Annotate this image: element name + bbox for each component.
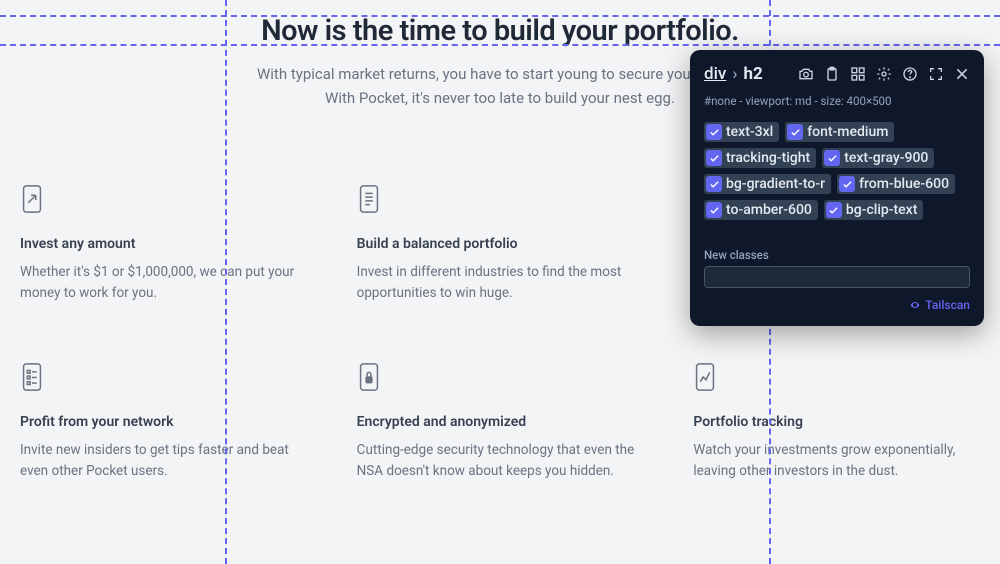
card-title: Encrypted and anonymized xyxy=(357,414,644,430)
camera-icon[interactable] xyxy=(798,66,814,82)
chip-label: text-gray-900 xyxy=(844,150,928,166)
card-body: Invest in different industries to find t… xyxy=(357,262,644,304)
new-classes-label: New classes xyxy=(704,248,970,262)
card-body: Watch your investments grow exponentiall… xyxy=(693,440,980,482)
chip-label: tracking-tight xyxy=(726,150,810,166)
help-icon[interactable] xyxy=(902,66,918,82)
class-chip-list: text-3xl font-medium tracking-tight text-gr… xyxy=(704,122,970,220)
card-title: Build a balanced portfolio xyxy=(357,236,644,252)
check-icon xyxy=(787,124,803,140)
boxes-icon[interactable] xyxy=(850,66,866,82)
phone-checklist-icon xyxy=(20,362,44,392)
class-chip[interactable]: bg-clip-text xyxy=(824,200,924,220)
card-body: Invite new insiders to get tips faster a… xyxy=(20,440,307,482)
card-title: Portfolio tracking xyxy=(693,414,980,430)
feature-card: Invest any amount Whether it's $1 or $1,… xyxy=(6,166,321,322)
inspector-header: div › h2 xyxy=(704,64,970,84)
inspector-meta: #none - viewport: md - size: 400×500 xyxy=(704,94,970,108)
class-chip[interactable]: text-gray-900 xyxy=(822,148,934,168)
close-icon[interactable] xyxy=(954,66,970,82)
gear-icon[interactable] xyxy=(876,66,892,82)
feature-card: Build a balanced portfolio Invest in dif… xyxy=(343,166,658,322)
class-chip[interactable]: from-blue-600 xyxy=(837,174,955,194)
phone-lock-icon xyxy=(357,362,381,392)
expand-icon[interactable] xyxy=(928,66,944,82)
check-icon xyxy=(826,202,842,218)
inspector-panel[interactable]: div › h2 #none - viewport: md - size: 40… xyxy=(690,50,984,326)
inspector-toolbar xyxy=(798,66,970,82)
check-icon xyxy=(824,150,840,166)
chip-label: bg-gradient-to-r xyxy=(726,176,825,192)
chip-label: text-3xl xyxy=(726,124,773,140)
check-icon xyxy=(706,202,722,218)
card-body: Cutting-edge security technology that ev… xyxy=(357,440,644,482)
class-chip[interactable]: text-3xl xyxy=(704,122,779,142)
phone-list-icon xyxy=(357,184,381,214)
check-icon xyxy=(706,150,722,166)
chip-label: from-blue-600 xyxy=(859,176,949,192)
breadcrumb-parent[interactable]: div xyxy=(704,64,726,84)
feature-card: Portfolio tracking Watch your investment… xyxy=(679,344,994,500)
chip-label: to-amber-600 xyxy=(726,202,812,218)
brand-icon xyxy=(909,299,921,311)
check-icon xyxy=(706,124,722,140)
class-chip[interactable]: to-amber-600 xyxy=(704,200,818,220)
class-chip[interactable]: bg-gradient-to-r xyxy=(704,174,831,194)
check-icon xyxy=(706,176,722,192)
chip-label: font-medium xyxy=(807,124,888,140)
card-body: Whether it's $1 or $1,000,000, we can pu… xyxy=(20,262,307,304)
brand-link[interactable]: Tailscan xyxy=(704,298,970,312)
phone-chart-icon xyxy=(693,362,717,392)
card-title: Invest any amount xyxy=(20,236,307,252)
card-title: Profit from your network xyxy=(20,414,307,430)
feature-card: Profit from your network Invite new insi… xyxy=(6,344,321,500)
chip-label: bg-clip-text xyxy=(846,202,918,218)
brand-text: Tailscan xyxy=(925,298,970,312)
feature-card: Encrypted and anonymized Cutting-edge se… xyxy=(343,344,658,500)
class-chip[interactable]: tracking-tight xyxy=(704,148,816,168)
page-title: Now is the time to build your portfolio. xyxy=(0,14,1000,48)
new-classes-input[interactable] xyxy=(704,266,970,288)
phone-arrow-icon xyxy=(20,184,44,214)
check-icon xyxy=(839,176,855,192)
breadcrumb: div › h2 xyxy=(704,64,763,84)
subtitle-line: With typical market returns, you have to… xyxy=(257,65,743,83)
breadcrumb-current: h2 xyxy=(743,64,762,84)
subtitle-line: With Pocket, it's never too late to buil… xyxy=(325,89,675,107)
clipboard-icon[interactable] xyxy=(824,66,840,82)
class-chip[interactable]: font-medium xyxy=(785,122,894,142)
chevron-right-icon: › xyxy=(732,64,737,84)
